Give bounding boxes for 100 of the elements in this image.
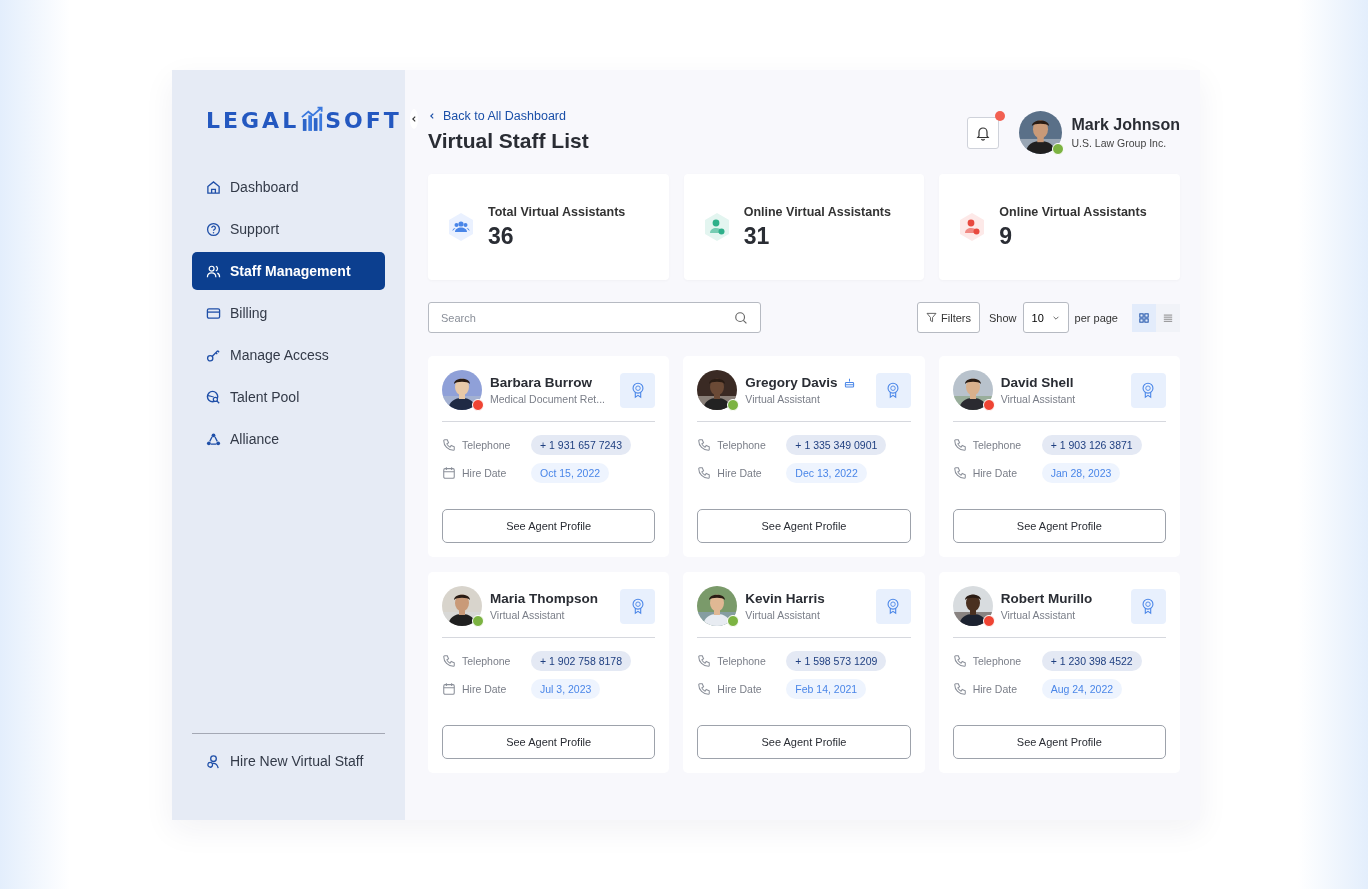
staff-role: Virtual Assistant bbox=[1000, 609, 1077, 621]
nav-item[interactable]: Alliance bbox=[192, 420, 385, 458]
chevron-left-icon bbox=[409, 115, 418, 123]
phone-icon bbox=[442, 438, 456, 452]
users-icon bbox=[446, 212, 476, 242]
staff-name: Robert Murillo bbox=[1000, 591, 1093, 606]
stat-label: Online Virtual Assistants bbox=[999, 204, 1147, 219]
stat-value: 31 bbox=[743, 222, 771, 250]
hire-date: Jan 28, 2023 bbox=[1041, 463, 1121, 483]
field-label: Telephone bbox=[462, 439, 511, 451]
phone-icon bbox=[697, 438, 712, 452]
hire-date: Oct 15, 2022 bbox=[531, 463, 610, 483]
field-label: Hire Date bbox=[717, 683, 762, 695]
award-button[interactable] bbox=[1131, 372, 1166, 408]
hire-date: Jul 3, 2023 bbox=[531, 679, 601, 699]
logo-text: SOFT bbox=[325, 110, 402, 132]
nav-item[interactable]: Talent Pool bbox=[192, 378, 385, 416]
show-label: Show bbox=[989, 311, 1017, 324]
staff-name: David Shell bbox=[1000, 375, 1074, 390]
field-label: Telephone bbox=[972, 655, 1022, 667]
phone-icon bbox=[952, 438, 967, 452]
phone-icon bbox=[442, 654, 456, 668]
staff-role: Virtual Assistant bbox=[745, 393, 821, 405]
list-view-button[interactable] bbox=[1156, 303, 1180, 332]
per-page-label: per page bbox=[1074, 311, 1118, 324]
logo-text: LEGAL bbox=[206, 110, 300, 132]
phone-icon bbox=[952, 682, 967, 696]
nav-item[interactable]: Manage Access bbox=[192, 336, 385, 374]
staff-name: Barbara Burrow bbox=[490, 375, 593, 390]
see-profile-button[interactable]: See Agent Profile bbox=[442, 725, 656, 759]
per-page-select[interactable]: 10 bbox=[1022, 302, 1069, 333]
list-icon bbox=[1163, 312, 1173, 323]
company-name: U.S. Law Group Inc. bbox=[1071, 137, 1168, 149]
help-icon bbox=[206, 221, 221, 237]
hire-date: Aug 24, 2022 bbox=[1041, 679, 1123, 699]
phone-number: + 1 903 126 3871 bbox=[1041, 435, 1142, 455]
phone-icon bbox=[697, 682, 712, 696]
bell-icon bbox=[974, 124, 991, 141]
nav-item[interactable]: Dashboard bbox=[192, 168, 385, 206]
field-label: Hire Date bbox=[972, 683, 1017, 695]
chart-logo-icon bbox=[301, 106, 324, 132]
calendar-icon bbox=[442, 466, 456, 480]
phone-number: + 1 335 349 0901 bbox=[786, 435, 887, 455]
award-button[interactable] bbox=[620, 372, 656, 408]
staff-role: Virtual Assistant bbox=[490, 609, 566, 621]
chevron-left-icon bbox=[428, 112, 436, 120]
stat-label: Online Virtual Assistants bbox=[743, 204, 891, 219]
phone-icon bbox=[952, 654, 967, 668]
see-profile-button[interactable]: See Agent Profile bbox=[697, 725, 911, 759]
field-label: Telephone bbox=[972, 439, 1022, 451]
phone-number: + 1 230 398 4522 bbox=[1041, 651, 1142, 671]
alliance-icon bbox=[206, 431, 221, 447]
card-icon bbox=[206, 305, 221, 321]
award-button[interactable] bbox=[620, 588, 656, 624]
nav-item[interactable]: Hire New Virtual Staff bbox=[192, 742, 378, 780]
see-profile-button[interactable]: See Agent Profile bbox=[442, 509, 656, 543]
award-button[interactable] bbox=[1131, 588, 1166, 624]
field-label: Hire Date bbox=[717, 467, 762, 479]
hire-date: Dec 13, 2022 bbox=[786, 463, 867, 483]
stat-label: Total Virtual Assistants bbox=[488, 204, 626, 219]
home-icon bbox=[206, 179, 221, 195]
see-profile-button[interactable]: See Agent Profile bbox=[952, 725, 1166, 759]
field-label: Telephone bbox=[717, 439, 766, 451]
award-button[interactable] bbox=[875, 588, 911, 624]
phone-number: + 1 902 758 8178 bbox=[531, 651, 632, 671]
nav-item[interactable]: Billing bbox=[192, 294, 385, 332]
hire-date: Feb 14, 2021 bbox=[786, 679, 867, 699]
user-name: Mark Johnson bbox=[1071, 116, 1180, 134]
nav-item[interactable]: Support bbox=[192, 210, 385, 248]
field-label: Hire Date bbox=[972, 467, 1017, 479]
phone-icon bbox=[697, 466, 712, 480]
notification-button[interactable] bbox=[966, 116, 999, 149]
field-label: Telephone bbox=[462, 655, 511, 667]
grid-view-button[interactable] bbox=[1132, 303, 1156, 332]
filters-button[interactable]: Filters bbox=[917, 302, 981, 333]
phone-icon bbox=[952, 466, 967, 480]
users-icon bbox=[206, 263, 221, 279]
staff-role: Virtual Assistant bbox=[1000, 393, 1077, 405]
nav-item[interactable]: Staff Management bbox=[192, 252, 385, 290]
see-profile-button[interactable]: See Agent Profile bbox=[697, 509, 911, 543]
see-profile-button[interactable]: See Agent Profile bbox=[952, 509, 1166, 543]
calendar-icon bbox=[442, 682, 456, 696]
back-link[interactable]: Back to All Dashboard bbox=[428, 109, 589, 123]
page-title: Virtual Staff List bbox=[428, 129, 589, 153]
award-button[interactable] bbox=[875, 372, 911, 408]
user-add-icon bbox=[206, 753, 221, 769]
phone-number: + 1 598 573 1209 bbox=[786, 651, 887, 671]
staff-name: Kevin Harris bbox=[745, 591, 825, 606]
search-icon bbox=[734, 311, 748, 325]
field-label: Hire Date bbox=[462, 467, 507, 479]
filter-icon bbox=[926, 312, 938, 323]
field-label: Hire Date bbox=[462, 683, 507, 695]
phone-icon bbox=[697, 654, 712, 668]
collapse-button[interactable] bbox=[409, 109, 418, 129]
globe-search-icon bbox=[206, 389, 221, 405]
staff-role: Medical Document Ret... bbox=[490, 393, 606, 405]
phone-number: + 1 931 657 7243 bbox=[531, 435, 632, 455]
staff-name: Maria Thompson bbox=[490, 591, 598, 606]
field-label: Telephone bbox=[717, 655, 766, 667]
search-field[interactable]: Search bbox=[428, 302, 761, 333]
